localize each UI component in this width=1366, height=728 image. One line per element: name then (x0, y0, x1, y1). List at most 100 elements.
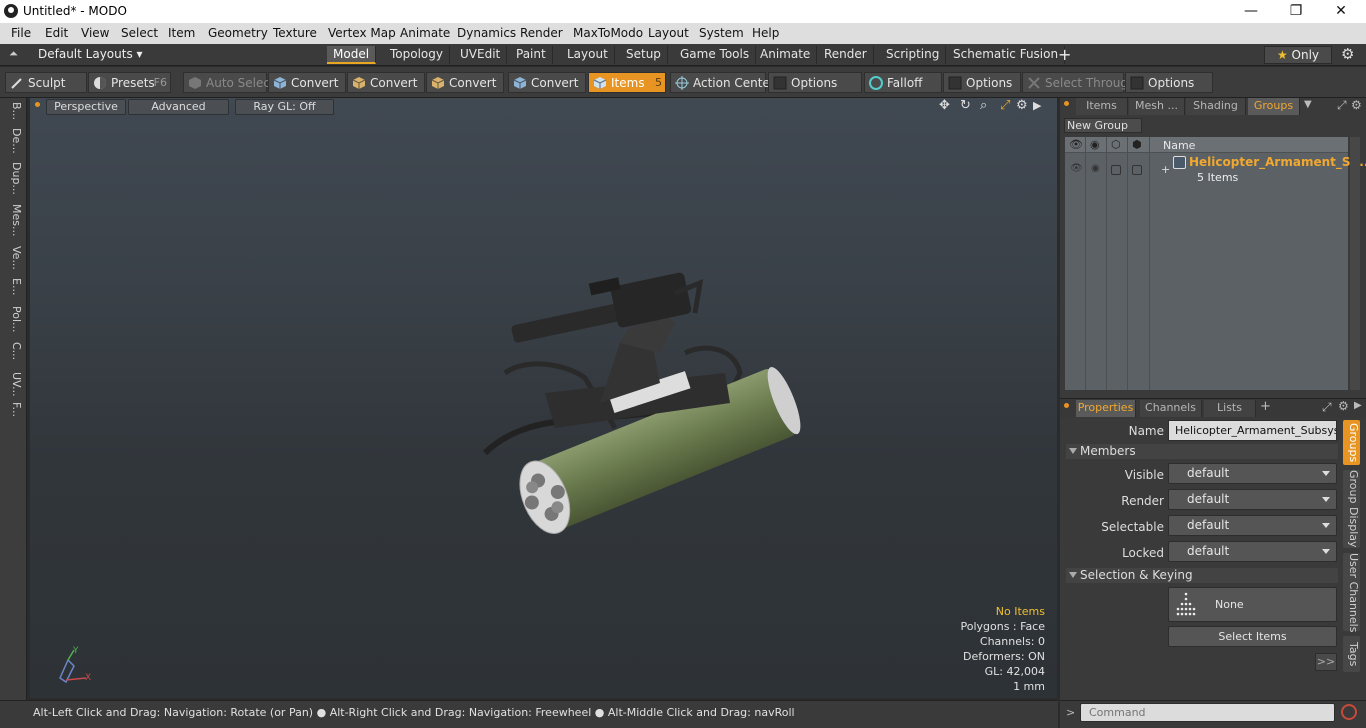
properties-menu-dot-icon[interactable] (1064, 403, 1069, 408)
locked-dropdown[interactable]: default (1168, 541, 1337, 562)
convert-button-2[interactable]: Convert (347, 72, 425, 93)
gear-icon[interactable]: ⚙ (1341, 45, 1354, 63)
raygl-button[interactable]: Ray GL: Off (235, 99, 334, 115)
tab-layout[interactable]: Layout (561, 46, 615, 64)
viewport-gear-icon[interactable]: ⚙ (1016, 98, 1028, 113)
tab-shading[interactable]: Shading (1186, 98, 1246, 115)
properties-gear-icon[interactable]: ⚙ (1338, 399, 1349, 413)
menu-animate[interactable]: Animate (400, 26, 450, 40)
expand-panel-icon[interactable]: ⤢ (1337, 98, 1347, 113)
command-input[interactable] (1080, 703, 1335, 722)
minimize-button[interactable]: — (1228, 0, 1274, 23)
properties-more-icon[interactable]: ▶ (1354, 400, 1362, 411)
collapse-arrow-icon[interactable]: ⏶ (9, 47, 18, 61)
menu-file[interactable]: File (11, 26, 31, 40)
itempanel-gear-icon[interactable]: ⚙ (1351, 98, 1362, 112)
row-lock-checkbox[interactable] (1132, 165, 1142, 175)
left-tab-vertex[interactable]: Ve... (3, 246, 23, 270)
auto-select-button[interactable]: Auto Select (183, 72, 275, 93)
convert-button-1[interactable]: Convert (268, 72, 346, 93)
advanced-shading-button[interactable]: Advanced (128, 99, 229, 115)
tab-scripting[interactable]: Scripting (880, 46, 947, 64)
group-list[interactable]: 👁 ◉ ⬡ ⬢ Name 👁 ◉ + Helicopter_Armament_S… (1065, 137, 1366, 390)
name-column-header[interactable]: Name (1163, 139, 1195, 152)
options-button-1[interactable]: Options (768, 72, 862, 93)
convert-button-3[interactable]: Convert (426, 72, 504, 93)
options-button-2[interactable]: Options (943, 72, 1021, 93)
visibility-column-eye-icon[interactable]: 👁 (1069, 138, 1083, 151)
selectable-dropdown[interactable]: default (1168, 515, 1337, 536)
left-tab-polygon[interactable]: Pol... (3, 306, 23, 333)
selection-keying-section-header[interactable]: Selection & Keying (1066, 568, 1338, 583)
left-tab-duplicate[interactable]: Dup... (3, 162, 23, 195)
fit-icon[interactable]: ⤢ (1000, 98, 1010, 113)
action-center-button[interactable]: Action Center (670, 72, 775, 93)
menu-select[interactable]: Select (121, 26, 158, 40)
left-tab-mesh-edit[interactable]: Mes... (3, 204, 23, 236)
new-group-button[interactable]: New Group (1064, 118, 1142, 133)
left-tab-fusion[interactable]: F... (3, 402, 23, 417)
tab-paint[interactable]: Paint (510, 46, 553, 64)
tab-render[interactable]: Render (818, 46, 874, 64)
menu-layout[interactable]: Layout (648, 26, 689, 40)
3d-viewport[interactable]: Perspective Advanced Ray GL: Off ✥ ↻ ⌕ ⤢… (30, 98, 1057, 698)
side-tab-user-channels[interactable]: User Channels (1343, 553, 1360, 632)
perspective-button[interactable]: Perspective (46, 99, 126, 115)
group-name[interactable]: Helicopter_Armament_S ... (1189, 155, 1366, 169)
tab-items[interactable]: Items (1076, 98, 1128, 115)
tab-uvedit[interactable]: UVEdit (454, 46, 508, 64)
presets-button[interactable]: Presets F6 (88, 72, 171, 93)
tab-setup[interactable]: Setup (620, 46, 668, 64)
tab-groups[interactable]: Groups (1248, 98, 1300, 115)
menu-vertex-map[interactable]: Vertex Map (328, 26, 396, 40)
render-column-icon[interactable]: ◉ (1090, 138, 1100, 151)
itempanel-menu-dot-icon[interactable] (1064, 101, 1069, 106)
zoom-icon[interactable]: ⌕ (980, 98, 987, 113)
tab-channels[interactable]: Channels (1140, 400, 1202, 417)
properties-expand-icon[interactable]: ⤢ (1322, 400, 1332, 415)
menu-render[interactable]: Render (520, 26, 563, 40)
tab-properties[interactable]: Properties (1076, 400, 1136, 417)
menu-edit[interactable]: Edit (45, 26, 68, 40)
items-mode-button[interactable]: Items 5 (588, 72, 666, 93)
pan-icon[interactable]: ✥ (939, 98, 950, 113)
row-visibility-eye-icon[interactable]: 👁 (1070, 163, 1083, 174)
tab-dropdown-icon[interactable]: ▼ (1304, 99, 1312, 110)
menu-view[interactable]: View (81, 26, 109, 40)
menu-geometry[interactable]: Geometry (208, 26, 268, 40)
left-tab-basic[interactable]: B... (3, 102, 23, 120)
tab-mesh[interactable]: Mesh ... (1129, 98, 1185, 115)
tab-topology[interactable]: Topology (384, 46, 450, 64)
more-options-button[interactable]: >> (1315, 653, 1337, 671)
left-tab-deform[interactable]: De... (3, 128, 23, 154)
select-column-cube-icon[interactable]: ⬡ (1111, 138, 1121, 151)
group-expand-button[interactable]: + (1161, 163, 1170, 176)
menu-system[interactable]: System (699, 26, 744, 40)
select-items-button[interactable]: Select Items (1168, 626, 1337, 647)
left-tab-curve[interactable]: C... (3, 342, 23, 360)
record-macro-icon[interactable] (1341, 704, 1357, 720)
left-tab-uv[interactable]: UV... (3, 372, 23, 397)
add-tab-button[interactable]: + (1058, 45, 1071, 64)
menu-maxtomodo[interactable]: MaxToModo (573, 26, 643, 40)
options-button-3[interactable]: Options (1125, 72, 1213, 93)
viewport-more-arrow-icon[interactable]: ▶ (1033, 99, 1041, 112)
row-render-icon[interactable]: ◉ (1091, 163, 1100, 174)
add-property-tab-button[interactable]: + (1260, 399, 1271, 414)
viewport-menu-dot-icon[interactable] (35, 102, 40, 107)
tab-animate[interactable]: Animate (754, 46, 818, 64)
rotate-icon[interactable]: ↻ (960, 98, 971, 113)
tab-schematic-fusion[interactable]: Schematic Fusion (947, 46, 1066, 64)
keying-none-button[interactable]: None (1168, 587, 1337, 622)
menu-item[interactable]: Item (168, 26, 195, 40)
menu-texture[interactable]: Texture (273, 26, 317, 40)
render-dropdown[interactable]: default (1168, 489, 1337, 510)
lock-column-cube-icon[interactable]: ⬢ (1132, 138, 1142, 151)
menu-help[interactable]: Help (752, 26, 779, 40)
menu-dynamics[interactable]: Dynamics (457, 26, 516, 40)
tab-lists[interactable]: Lists (1204, 400, 1256, 417)
members-section-header[interactable]: Members (1066, 444, 1338, 459)
side-tab-groups[interactable]: Groups (1343, 420, 1360, 465)
convert-button-4[interactable]: Convert (508, 72, 586, 93)
group-name-field[interactable]: Helicopter_Armament_Subsystem (1168, 420, 1337, 441)
